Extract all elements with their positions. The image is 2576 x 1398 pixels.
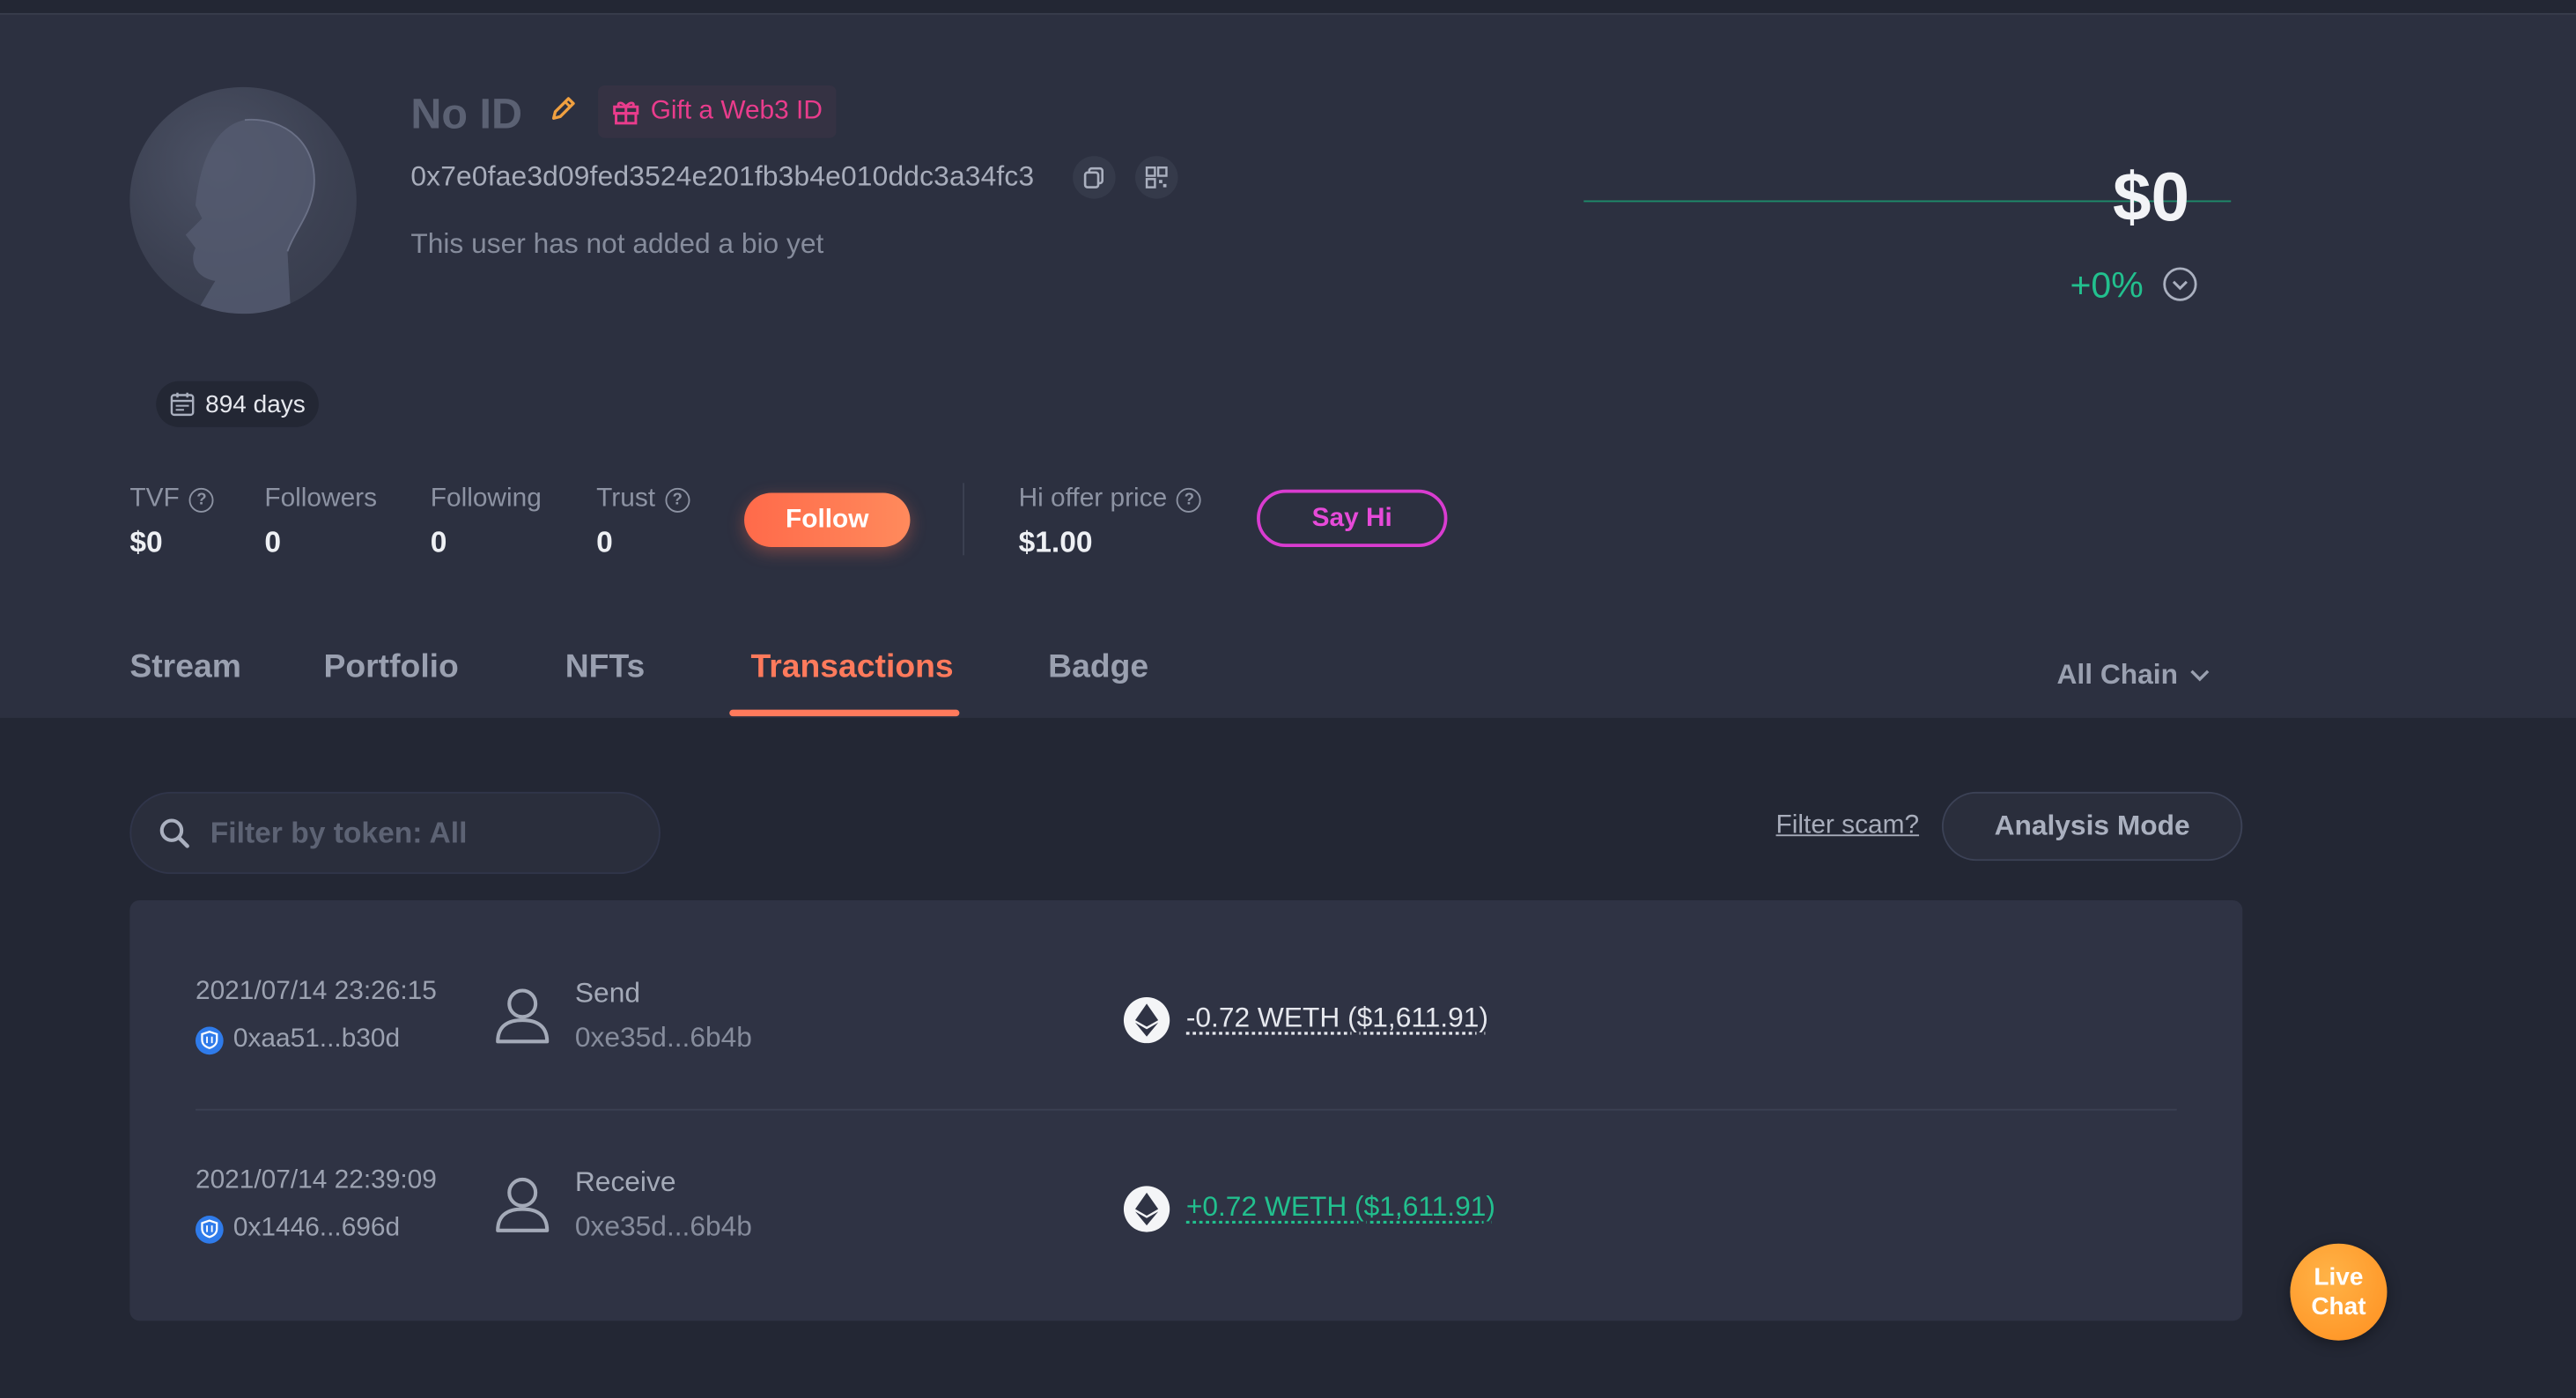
token-filter-input[interactable] [210,815,605,851]
avatar [129,86,357,314]
net-worth-change: +0% [2070,264,2144,306]
transaction-from-address[interactable]: 0x1446...696d [233,1214,400,1244]
stats-divider [963,483,965,556]
live-chat-button[interactable]: Live Chat [2290,1243,2388,1341]
profile-bio: This user has not added a bio yet [410,228,824,260]
stat-following-value: 0 [430,525,447,559]
copy-address-button[interactable] [1073,156,1116,199]
avatar-face-icon [185,118,315,314]
active-tab-indicator [729,709,960,717]
stat-following-label: Following [430,484,542,513]
transaction-from-address[interactable]: 0xaa51...b30d [233,1025,400,1055]
help-icon[interactable]: ? [665,486,690,512]
follow-button[interactable]: Follow [744,492,911,547]
stat-followers-value: 0 [264,525,282,559]
tab-stream[interactable]: Stream [129,649,240,687]
tab-badge[interactable]: Badge [1048,649,1148,687]
chain-filter-label: All Chain [2056,658,2178,691]
wallet-address: 0x7e0fae3d09fed3524e201fb3b4e010ddc3a34f… [410,160,1035,193]
live-chat-line2: Chat [2311,1291,2366,1320]
transaction-amount[interactable]: +0.72 WETH ($1,611.91) [1186,1191,1495,1224]
transaction-from: 0xaa51...b30d [195,1025,400,1055]
edit-icon[interactable] [549,95,579,125]
token-filter-search[interactable] [129,791,661,875]
tab-nfts[interactable]: NFTs [565,649,646,687]
transaction-row: 2021/07/14 23:26:15 0xaa51...b30d Send 0… [129,900,2242,1091]
tab-portfolio[interactable]: Portfolio [323,649,458,687]
transaction-amount[interactable]: -0.72 WETH ($1,611.91) [1186,1002,1488,1035]
profile-name: No ID [410,88,523,138]
transaction-row: 2021/07/14 22:39:09 0x1446...696d Receiv… [129,1091,2242,1281]
copy-icon [1083,166,1104,189]
qr-code-button[interactable] [1135,156,1178,199]
profile-header: No ID Gift a Web3 ID 0x7e0fae3d09fed3524… [0,14,2576,718]
gift-icon [613,101,639,125]
chain-filter-dropdown[interactable]: All Chain [2057,659,2211,692]
stat-followers[interactable]: Followers 0 [264,483,377,560]
stat-trust: Trust? 0 [596,483,690,560]
chevron-down-icon [2189,669,2209,682]
stat-tvf-label: TVF [129,484,180,513]
account-age-text: 894 days [205,389,306,418]
user-icon [494,1174,550,1233]
transaction-counterparty[interactable]: 0xe35d...6b4b [575,1022,752,1054]
stat-tvf: TVF? $0 [129,483,214,560]
transaction-type: Receive [574,1166,676,1198]
analysis-mode-button[interactable]: Analysis Mode [1941,791,2243,862]
transaction-time: 2021/07/14 22:39:09 [195,1166,437,1195]
live-chat-line1: Live [2314,1262,2364,1291]
calendar-icon [170,392,195,417]
hi-offer-value: $1.00 [1018,525,1093,559]
transaction-time: 2021/07/14 23:26:15 [195,977,437,1006]
hi-offer-label: Hi offer price [1018,484,1168,513]
stat-following[interactable]: Following 0 [431,483,542,560]
help-icon[interactable]: ? [1177,486,1202,512]
stat-hi-offer-price: Hi offer price? $1.00 [1019,483,1202,560]
stat-tvf-value: $0 [129,525,163,559]
help-icon[interactable]: ? [188,486,214,512]
gift-web3-id-button[interactable]: Gift a Web3 ID [598,85,836,138]
shield-icon [195,1025,224,1054]
chevron-down-circle-icon[interactable] [2162,266,2198,302]
transaction-from: 0x1446...696d [195,1214,400,1244]
ethereum-icon [1123,1186,1170,1232]
filter-scam-link[interactable]: Filter scam? [1776,811,1920,841]
user-icon [494,986,550,1045]
stat-followers-label: Followers [264,484,378,513]
stat-trust-label: Trust [596,484,656,513]
net-worth-value: $0 [2112,158,2190,235]
stat-trust-value: 0 [596,525,613,559]
gift-label: Gift a Web3 ID [650,97,823,125]
search-icon [159,818,189,848]
transaction-counterparty[interactable]: 0xe35d...6b4b [575,1210,752,1243]
tab-transactions[interactable]: Transactions [751,649,954,687]
account-age-badge: 894 days [156,381,319,427]
transaction-type: Send [574,977,640,1010]
say-hi-button[interactable]: Say Hi [1257,489,1448,547]
shield-icon [195,1215,224,1243]
qr-code-icon [1145,166,1168,189]
ethereum-icon [1123,996,1170,1044]
transactions-list: 2021/07/14 23:26:15 0xaa51...b30d Send 0… [129,899,2243,1321]
